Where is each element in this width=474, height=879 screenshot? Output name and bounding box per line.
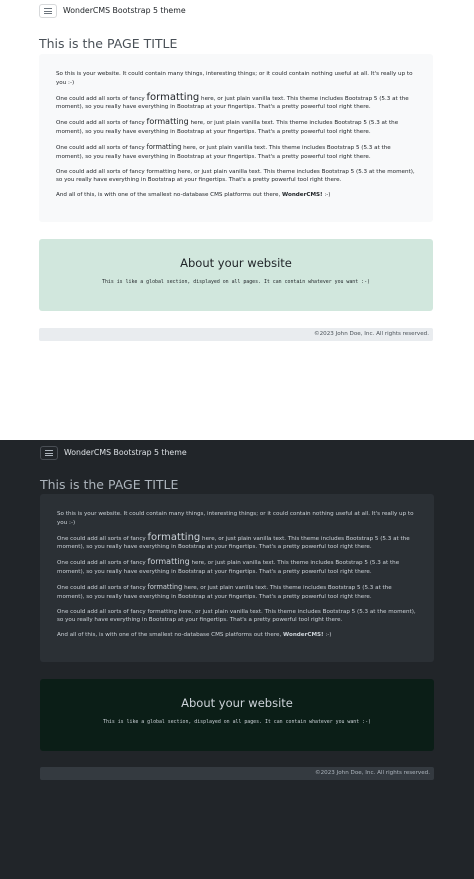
content-paragraph: One could add all sorts of fancy formatt… xyxy=(56,117,399,135)
page-content: So this is your website. It could contai… xyxy=(40,494,434,662)
content-paragraph: One could add all sorts of fancy formatt… xyxy=(57,557,400,575)
hamburger-menu-icon[interactable] xyxy=(39,4,57,18)
footer: ©2023 John Doe, Inc. All rights reserved… xyxy=(40,767,434,780)
about-section: About your website This is like a global… xyxy=(40,679,434,751)
navbar-brand[interactable]: WonderCMS Bootstrap 5 theme xyxy=(64,445,187,461)
navbar: WonderCMS Bootstrap 5 theme xyxy=(39,3,434,19)
about-title: About your website xyxy=(180,256,292,270)
page-content: So this is your website. It could contai… xyxy=(39,54,433,222)
content-paragraph: One could add all sorts of fancy formatt… xyxy=(56,91,409,111)
content-paragraph: So this is your website. It could contai… xyxy=(57,511,414,526)
content-paragraph: One could add all sorts of fancy formatt… xyxy=(56,143,391,160)
content-paragraph: And all of this, is with one of the smal… xyxy=(56,192,331,199)
content-paragraph: So this is your website. It could contai… xyxy=(56,71,413,86)
page-title: This is the PAGE TITLE xyxy=(40,477,179,492)
content-paragraph: And all of this, is with one of the smal… xyxy=(57,632,332,639)
about-title: About your website xyxy=(181,696,293,710)
footer: ©2023 John Doe, Inc. All rights reserved… xyxy=(39,328,433,341)
dark-theme-page: WonderCMS Bootstrap 5 theme This is the … xyxy=(0,440,474,879)
content-paragraph: One could add all sorts of fancy formatt… xyxy=(57,583,392,600)
page-title: This is the PAGE TITLE xyxy=(39,36,178,51)
content-paragraph: One could add all sorts of fancy formatt… xyxy=(57,608,416,624)
navbar: WonderCMS Bootstrap 5 theme xyxy=(40,445,434,461)
content-paragraph: One could add all sorts of fancy formatt… xyxy=(57,531,410,551)
content-paragraph: One could add all sorts of fancy formatt… xyxy=(56,168,415,184)
navbar-brand[interactable]: WonderCMS Bootstrap 5 theme xyxy=(63,3,186,19)
about-section: About your website This is like a global… xyxy=(39,239,433,311)
hamburger-menu-icon[interactable] xyxy=(40,446,58,460)
light-theme-page: WonderCMS Bootstrap 5 theme This is the … xyxy=(0,0,474,440)
about-text: This is like a global section, displayed… xyxy=(103,719,371,725)
about-text: This is like a global section, displayed… xyxy=(102,279,370,285)
